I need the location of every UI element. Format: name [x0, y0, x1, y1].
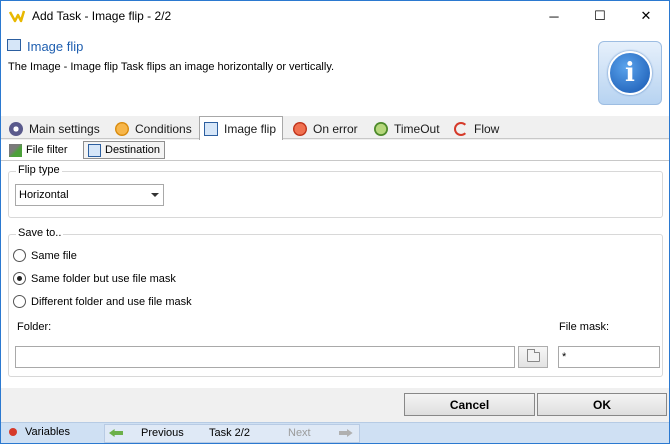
radio-same-folder-file-mask[interactable]: Same folder but use file mask — [13, 272, 176, 285]
tab-label: Main settings — [29, 121, 100, 136]
main-tabs: Main settings Conditions Image flip On e… — [1, 116, 669, 140]
folder-icon — [526, 349, 540, 362]
timeout-icon — [374, 121, 388, 136]
previous-button[interactable]: Previous — [109, 427, 184, 439]
radio-same-file[interactable]: Same file — [13, 249, 77, 262]
task-counter: Task 2/2 — [209, 427, 250, 439]
variables-button[interactable]: Variables — [9, 426, 70, 438]
tab-label: Flow — [474, 121, 500, 136]
tab-label: Conditions — [135, 121, 192, 136]
chevron-down-icon — [151, 193, 159, 197]
tab-label: On error — [313, 121, 358, 136]
task-navigation: Previous Task 2/2 Next — [104, 424, 360, 443]
minimize-button[interactable]: ─ — [531, 1, 577, 31]
radio-button[interactable] — [13, 249, 26, 262]
info-icon: i — [598, 41, 662, 105]
status-bar: Variables Previous Task 2/2 Next — [1, 422, 669, 443]
radio-button[interactable] — [13, 295, 26, 308]
tab-flow[interactable]: Flow — [450, 118, 499, 139]
radio-label: Same file — [31, 249, 77, 262]
destination-panel: Flip type Horizontal Save to.. Same file… — [1, 160, 669, 388]
tab-timeout[interactable]: TimeOut — [370, 118, 440, 139]
variables-icon — [9, 428, 17, 436]
title-bar[interactable]: Add Task - Image flip - 2/2 ─ ☐ ✕ — [1, 1, 669, 31]
save-to-group: Save to.. Same file Same folder but use … — [8, 227, 663, 377]
maximize-button[interactable]: ☐ — [577, 1, 623, 31]
file-filter-icon — [9, 143, 22, 157]
task-header: Image flip The Image - Image flip Task f… — [1, 31, 669, 116]
radio-label: Same folder but use file mask — [31, 272, 176, 285]
sub-tabs: File filter Destination — [1, 140, 669, 160]
flip-type-select[interactable]: Horizontal — [15, 184, 164, 206]
previous-label: Previous — [141, 427, 184, 439]
image-icon — [204, 121, 218, 136]
tab-main-settings[interactable]: Main settings — [5, 118, 100, 139]
next-button[interactable]: Next — [288, 427, 353, 439]
subtab-label: File filter — [26, 144, 68, 156]
destination-icon — [88, 143, 101, 157]
dialog-buttons: Cancel OK — [1, 388, 669, 422]
close-icon: ✕ — [640, 8, 652, 23]
folder-input[interactable] — [15, 346, 515, 368]
add-task-window: Add Task - Image flip - 2/2 ─ ☐ ✕ Image … — [0, 0, 670, 444]
error-icon — [293, 121, 307, 136]
maximize-icon: ☐ — [594, 8, 606, 23]
tab-conditions[interactable]: Conditions — [111, 118, 192, 139]
gear-icon — [9, 121, 23, 136]
subtab-destination[interactable]: Destination — [83, 141, 166, 159]
flip-type-value: Horizontal — [19, 189, 69, 201]
variables-label: Variables — [25, 426, 71, 438]
subtab-label: Destination — [105, 144, 161, 156]
flip-type-label: Flip type — [16, 164, 62, 176]
tab-on-error[interactable]: On error — [289, 118, 358, 139]
flow-icon — [454, 121, 468, 136]
info-glyph: i — [608, 51, 652, 95]
app-logo-icon — [9, 10, 25, 23]
subtab-file-filter[interactable]: File filter — [5, 141, 72, 159]
window-title: Add Task - Image flip - 2/2 — [32, 9, 172, 23]
task-description: The Image - Image flip Task flips an ima… — [8, 61, 335, 73]
tab-label: Image flip — [224, 121, 277, 136]
save-to-label: Save to.. — [16, 227, 64, 239]
arrow-right-icon — [338, 429, 353, 437]
folder-label: Folder: — [17, 321, 52, 333]
minimize-icon: ─ — [549, 8, 559, 24]
task-title: Image flip — [27, 39, 84, 54]
conditions-icon — [115, 121, 129, 136]
flip-type-group: Flip type Horizontal — [8, 164, 663, 218]
file-mask-label: File mask: — [559, 321, 610, 333]
radio-button[interactable] — [13, 272, 26, 285]
radio-label: Different folder and use file mask — [31, 295, 192, 308]
next-label: Next — [288, 427, 311, 439]
image-icon — [7, 39, 21, 51]
close-button[interactable]: ✕ — [623, 1, 669, 31]
arrow-left-icon — [109, 429, 123, 437]
tab-label: TimeOut — [394, 121, 440, 136]
tab-image-flip[interactable]: Image flip — [199, 116, 283, 140]
cancel-button[interactable]: Cancel — [404, 393, 535, 416]
radio-different-folder-file-mask[interactable]: Different folder and use file mask — [13, 295, 192, 308]
ok-button[interactable]: OK — [537, 393, 667, 416]
file-mask-input[interactable]: * — [558, 346, 660, 368]
browse-folder-button[interactable] — [518, 346, 548, 368]
